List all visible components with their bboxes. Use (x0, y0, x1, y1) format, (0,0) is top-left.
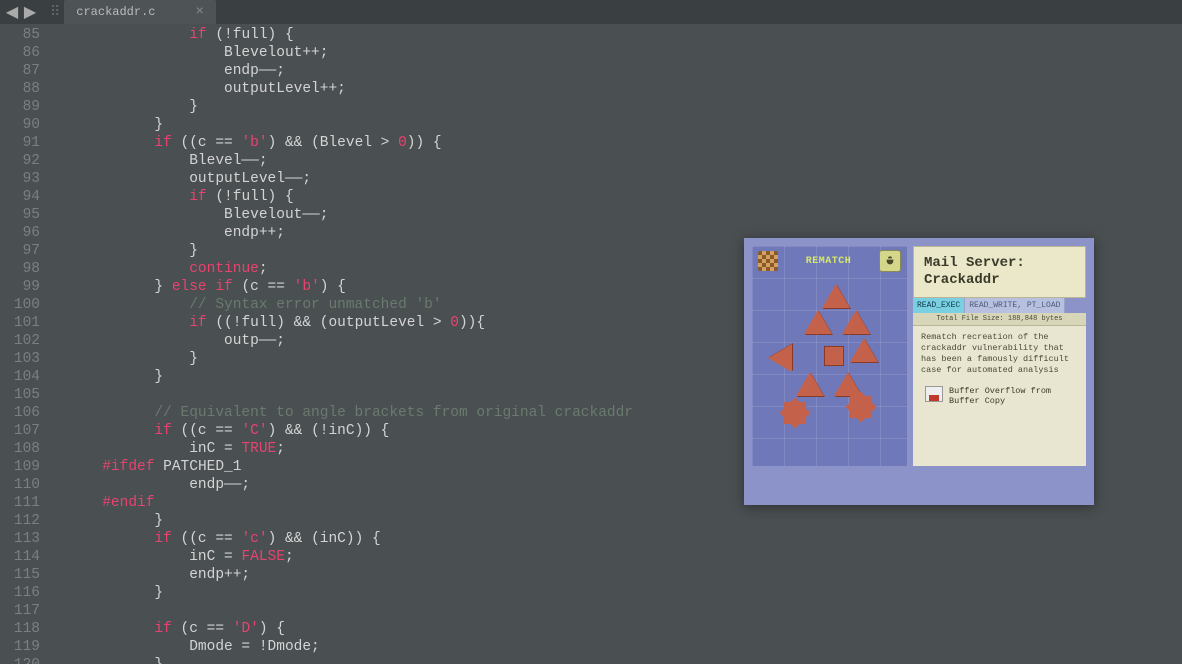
code-line: Blevel——; (50, 152, 1182, 170)
line-number: 114 (0, 548, 40, 566)
line-number: 89 (0, 98, 40, 116)
line-number: 113 (0, 530, 40, 548)
line-number: 107 (0, 422, 40, 440)
line-number: 87 (0, 62, 40, 80)
line-number: 101 (0, 314, 40, 332)
card-visual-panel: REMATCH (752, 246, 907, 466)
checkerboard-icon (758, 251, 778, 271)
code-line (50, 602, 1182, 620)
vulnerability-row: Buffer Overflow from Buffer Copy (921, 382, 1078, 410)
separator-icon: ⠿ (50, 4, 60, 21)
file-tab[interactable]: crackaddr.c × (64, 0, 216, 24)
code-line: Blevelout——; (50, 206, 1182, 224)
line-number: 106 (0, 404, 40, 422)
code-line: } (50, 512, 1182, 530)
tab-filename: crackaddr.c (76, 5, 155, 19)
nav-arrows: ◀ ▶ (4, 4, 38, 20)
nav-back-icon[interactable]: ◀ (4, 4, 20, 20)
line-number: 103 (0, 350, 40, 368)
line-number: 92 (0, 152, 40, 170)
line-number: 102 (0, 332, 40, 350)
shape-cluster (752, 276, 907, 466)
code-line: inC = FALSE; (50, 548, 1182, 566)
line-number: 117 (0, 602, 40, 620)
line-number: 93 (0, 170, 40, 188)
overflow-icon (925, 386, 943, 402)
memory-tabs: READ_EXEC READ_WRITE, PT_LOAD (913, 298, 1086, 313)
line-number: 98 (0, 260, 40, 278)
card-description: Rematch recreation of the crackaddr vuln… (913, 326, 1086, 466)
line-number: 116 (0, 584, 40, 602)
line-number: 94 (0, 188, 40, 206)
line-number: 95 (0, 206, 40, 224)
code-line: } (50, 116, 1182, 134)
line-number: 119 (0, 638, 40, 656)
code-line: if (!full) { (50, 26, 1182, 44)
card-title-line1: Mail Server: (924, 255, 1075, 272)
code-line: outputLevel——; (50, 170, 1182, 188)
line-number: 104 (0, 368, 40, 386)
line-number: 112 (0, 512, 40, 530)
card-title-line2: Crackaddr (924, 272, 1075, 289)
line-number: 109 (0, 458, 40, 476)
line-number: 108 (0, 440, 40, 458)
line-number: 90 (0, 116, 40, 134)
info-card[interactable]: REMATCH (744, 238, 1094, 505)
mem-tab-read-exec[interactable]: READ_EXEC (913, 298, 965, 313)
card-title: Mail Server: Crackaddr (913, 246, 1086, 298)
line-number: 86 (0, 44, 40, 62)
line-number: 85 (0, 26, 40, 44)
description-text: Rematch recreation of the crackaddr vuln… (921, 332, 1078, 376)
line-number: 100 (0, 296, 40, 314)
code-line: if ((c == 'b') && (Blevel > 0)) { (50, 134, 1182, 152)
vulnerability-text: Buffer Overflow from Buffer Copy (949, 386, 1074, 406)
line-number-gutter: 8586878889909192939495969798991001011021… (0, 24, 50, 664)
line-number: 105 (0, 386, 40, 404)
file-size-label: Total File Size: 188,848 bytes (913, 313, 1086, 326)
code-line: if ((c == 'c') && (inC)) { (50, 530, 1182, 548)
title-bar: ◀ ▶ ⠿ crackaddr.c × (0, 0, 1182, 24)
bug-icon[interactable] (879, 250, 901, 272)
line-number: 110 (0, 476, 40, 494)
code-line: } (50, 656, 1182, 664)
code-line: if (c == 'D') { (50, 620, 1182, 638)
line-number: 111 (0, 494, 40, 512)
line-number: 115 (0, 566, 40, 584)
code-line: if (!full) { (50, 188, 1182, 206)
code-line: endp++; (50, 566, 1182, 584)
code-line: } (50, 98, 1182, 116)
code-line: } (50, 584, 1182, 602)
line-number: 120 (0, 656, 40, 664)
mem-tab-read-write[interactable]: READ_WRITE, PT_LOAD (965, 298, 1065, 313)
line-number: 99 (0, 278, 40, 296)
code-line: endp——; (50, 62, 1182, 80)
line-number: 118 (0, 620, 40, 638)
line-number: 97 (0, 242, 40, 260)
line-number: 91 (0, 134, 40, 152)
close-icon[interactable]: × (195, 4, 203, 20)
code-line: Dmode = !Dmode; (50, 638, 1182, 656)
line-number: 88 (0, 80, 40, 98)
nav-forward-icon[interactable]: ▶ (22, 4, 38, 20)
code-line: Blevelout++; (50, 44, 1182, 62)
card-info-panel: Mail Server: Crackaddr READ_EXEC READ_WR… (913, 246, 1086, 466)
code-line: outputLevel++; (50, 80, 1182, 98)
editor-area: 8586878889909192939495969798991001011021… (0, 24, 1182, 664)
line-number: 96 (0, 224, 40, 242)
rematch-label: REMATCH (788, 256, 869, 267)
